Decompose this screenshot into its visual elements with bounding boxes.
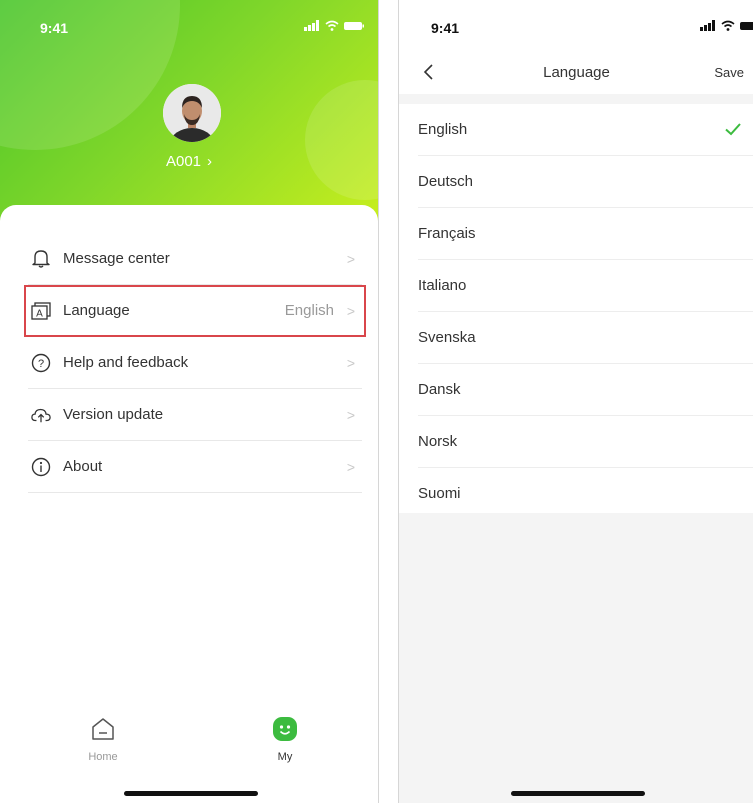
status-bar: 9:41 (0, 0, 378, 44)
tab-my[interactable]: My (255, 715, 315, 763)
language-label: Dansk (418, 381, 461, 398)
tab-home[interactable]: Home (73, 715, 133, 763)
my-screen: 9:41 A001 › Message center > A Language … (0, 0, 379, 803)
menu-item-label: Help and feedback (63, 354, 189, 371)
home-icon (89, 715, 117, 743)
language-icon: A (31, 301, 51, 321)
language-option-dansk[interactable]: Dansk (418, 364, 753, 416)
tab-bar: Home My (0, 715, 378, 785)
wifi-icon (721, 20, 735, 31)
username-link[interactable]: A001 › (0, 153, 378, 170)
username: A001 (165, 153, 202, 170)
battery-icon (344, 21, 364, 30)
menu-item-language[interactable]: A Language English > (24, 285, 366, 337)
language-label: Français (418, 225, 476, 242)
empty-area (399, 513, 753, 803)
menu-item-about[interactable]: About > (28, 441, 362, 493)
checkmark-icon (725, 123, 741, 136)
language-option-suomi[interactable]: Suomi (418, 468, 753, 519)
home-indicator (511, 791, 645, 796)
nav-bar: Language Save (399, 54, 753, 94)
menu-item-label: About (63, 458, 103, 475)
language-list: English Deutsch Français Italiano Svensk… (399, 104, 753, 519)
menu-sheet: Message center > A Language English > ? … (0, 205, 378, 803)
chevron-right-icon: > (346, 458, 356, 475)
tab-label: My (277, 751, 293, 763)
tab-label: Home (88, 751, 118, 763)
language-option-norsk[interactable]: Norsk (418, 416, 753, 468)
menu-item-label: Language (63, 302, 130, 319)
chevron-right-icon: > (346, 354, 356, 371)
status-icons (304, 20, 364, 31)
smiley-icon (271, 715, 299, 743)
battery-icon (740, 21, 753, 30)
divider (399, 94, 753, 104)
status-icons (700, 20, 753, 31)
wifi-icon (325, 20, 339, 31)
chevron-right-icon: › (207, 153, 213, 170)
menu-item-help-feedback[interactable]: ? Help and feedback > (28, 337, 362, 389)
language-option-italiano[interactable]: Italiano (418, 260, 753, 312)
help-icon: ? (31, 353, 51, 373)
current-language-value: English (284, 302, 334, 319)
menu-item-version-update[interactable]: Version update > (28, 389, 362, 441)
bell-icon (31, 249, 51, 269)
avatar[interactable] (163, 84, 221, 142)
menu-item-label: Version update (63, 406, 164, 423)
home-indicator (124, 791, 258, 796)
svg-text:A: A (36, 308, 43, 319)
language-label: Deutsch (418, 173, 474, 190)
cloud-upload-icon (31, 405, 51, 425)
status-time: 9:41 (431, 20, 460, 36)
menu-item-message-center[interactable]: Message center > (28, 233, 362, 285)
decor-circle (305, 80, 378, 200)
save-button[interactable]: Save (714, 65, 744, 80)
page-title: Language (543, 64, 610, 81)
status-time: 9:41 (40, 20, 69, 36)
settings-menu: Message center > A Language English > ? … (24, 233, 366, 493)
language-label: Italiano (418, 277, 467, 294)
chevron-right-icon: > (346, 302, 356, 319)
language-label: Suomi (418, 485, 461, 502)
signal-icon (304, 20, 319, 31)
chevron-right-icon: > (346, 406, 356, 423)
info-icon (31, 457, 51, 477)
svg-text:?: ? (38, 358, 44, 370)
language-label: Norsk (418, 433, 458, 450)
language-label: English (418, 121, 468, 138)
language-label: Svenska (418, 329, 476, 346)
avatar-photo (163, 84, 221, 142)
language-option-svenska[interactable]: Svenska (418, 312, 753, 364)
language-option-english[interactable]: English (418, 104, 753, 156)
language-screen: 9:41 Language Save English Deutsch Franç… (398, 0, 753, 803)
chevron-right-icon: > (346, 250, 356, 267)
profile-header: 9:41 A001 › (0, 0, 378, 230)
status-bar: 9:41 (399, 0, 753, 44)
menu-item-label: Message center (63, 250, 170, 267)
language-option-deutsch[interactable]: Deutsch (418, 156, 753, 208)
signal-icon (700, 20, 715, 31)
language-option-francais[interactable]: Français (418, 208, 753, 260)
